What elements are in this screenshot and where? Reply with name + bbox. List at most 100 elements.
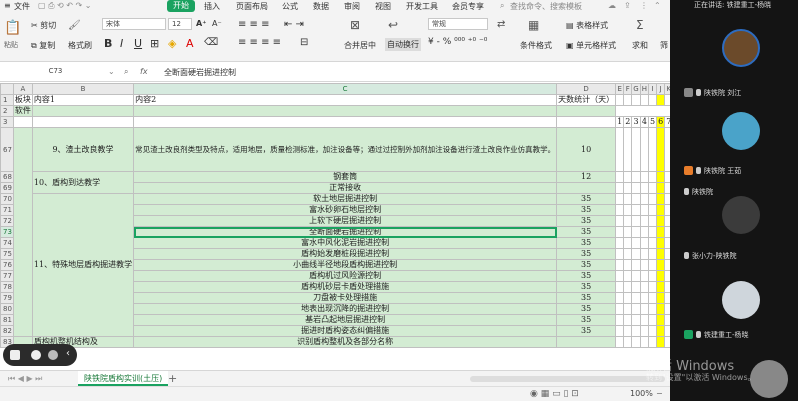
day-cell[interactable] <box>656 336 666 348</box>
day-cell[interactable] <box>639 292 650 304</box>
number-format-select[interactable]: 常规 <box>428 18 488 30</box>
day-cell[interactable] <box>615 270 625 282</box>
participant-tile[interactable]: 陕铁院 张小力-陕铁院 <box>670 182 798 267</box>
day-cell[interactable] <box>615 259 625 271</box>
day-cell[interactable] <box>639 270 650 282</box>
day-cell[interactable] <box>631 226 641 238</box>
tab-view[interactable]: 视图 <box>375 1 391 12</box>
font-shrink-icon[interactable]: A⁻ <box>212 19 222 28</box>
day-cell[interactable] <box>639 171 650 183</box>
sheet-table[interactable]: ABCDEFGHIJKLMNOPQRSTUVWXYZAAAB1板块内容1内容2天… <box>0 83 670 348</box>
day-cell[interactable] <box>615 237 625 249</box>
day-cell[interactable] <box>656 248 666 260</box>
column-header[interactable]: B <box>31 83 135 95</box>
cell-d3[interactable] <box>556 116 617 128</box>
day-cell[interactable] <box>647 325 658 337</box>
row-header[interactable]: 72 <box>0 215 14 227</box>
cell-c[interactable]: 盾构始发磨桩段掘进控制 <box>133 248 558 260</box>
row-header[interactable]: 2 <box>0 105 14 117</box>
cell-c1[interactable]: 内容2 <box>133 94 558 106</box>
day-cell[interactable] <box>647 259 658 271</box>
column-header[interactable]: J <box>656 83 666 95</box>
day-cell[interactable] <box>615 281 625 293</box>
day-cell[interactable] <box>639 182 650 194</box>
day-cell[interactable] <box>615 325 625 337</box>
day-cell[interactable] <box>647 193 658 205</box>
day-cell[interactable] <box>623 226 633 238</box>
day-cell[interactable] <box>623 259 633 271</box>
emoji-icon[interactable] <box>31 350 41 360</box>
row-header[interactable]: 69 <box>0 182 14 194</box>
day-cell[interactable] <box>656 193 666 205</box>
font-color-icon[interactable]: A <box>186 37 194 50</box>
table-row[interactable]: 83 盾构机整机结构及 识别盾构整机及各部分名称 <box>0 336 670 348</box>
tab-review[interactable]: 审阅 <box>344 1 360 12</box>
cell-c[interactable]: 小曲线半径地段盾构掘进控制 <box>133 259 558 271</box>
day-cell[interactable] <box>639 281 650 293</box>
day-cell[interactable] <box>647 215 658 227</box>
row-header[interactable]: 70 <box>0 193 14 205</box>
search-command-input[interactable]: 查找命令、搜索模板 <box>510 1 582 12</box>
day-cell[interactable] <box>639 204 650 216</box>
cell-c[interactable]: 刀盘被卡处理措施 <box>133 292 558 304</box>
cell-c[interactable]: 盾构机过风险源控制 <box>133 270 558 282</box>
day-cell[interactable] <box>656 314 666 326</box>
cell-a[interactable] <box>12 127 33 337</box>
day-cell[interactable] <box>623 127 633 172</box>
quick-access-icons[interactable]: ▢ ⎙ ⟲ ↶ ↷ ⌄ <box>38 1 92 11</box>
collapse-ribbon-icon[interactable]: ⌃ <box>654 1 661 10</box>
sum-button[interactable]: 求和 <box>632 40 648 51</box>
cell-d[interactable]: 35 <box>556 237 617 249</box>
day-cell[interactable] <box>615 292 625 304</box>
row-header[interactable]: 71 <box>0 204 14 216</box>
sum-icon[interactable]: Σ <box>636 18 644 32</box>
participant-tile[interactable]: 铁建重工-杨晓 <box>670 267 798 352</box>
row-header[interactable]: 75 <box>0 248 14 260</box>
day-cell[interactable] <box>647 171 658 183</box>
cell-d[interactable]: 35 <box>556 259 617 271</box>
cond-format-button[interactable]: 条件格式 <box>520 40 552 51</box>
day-cell[interactable] <box>623 281 633 293</box>
tab-member[interactable]: 会员专享 <box>452 1 484 12</box>
participant-tile[interactable]: 陕铁院 刘江 <box>670 12 798 97</box>
day-cell[interactable] <box>656 182 666 194</box>
day-cell[interactable] <box>647 182 658 194</box>
sheet-nav-icons[interactable]: ⏮ ◀ ▶ ⏭ <box>8 374 42 384</box>
number-format-icons[interactable]: ¥ - % ⁰⁰⁰ ⁺⁰ ⁻⁰ <box>428 37 487 47</box>
day-cell[interactable] <box>631 215 641 227</box>
day-cell[interactable] <box>656 237 666 249</box>
align-top-icon[interactable]: ≡ ≡ ≡ <box>238 19 270 30</box>
cell-d[interactable]: 12 <box>556 171 617 183</box>
table-row[interactable]: 2软件 4 <box>0 105 670 117</box>
tab-formula[interactable]: 公式 <box>282 1 298 12</box>
day-cell[interactable] <box>647 226 658 238</box>
add-sheet-icon[interactable]: + <box>168 372 177 385</box>
day-cell[interactable] <box>615 94 625 106</box>
cell-c[interactable]: 常见渣土改良剂类型及特点，适用地层，质量检测标准，加注设备等；通过过控制外加剂加… <box>133 127 558 172</box>
day-cell[interactable] <box>623 303 633 315</box>
day-cell[interactable] <box>639 259 650 271</box>
day-cell[interactable] <box>656 303 666 315</box>
cell-d1[interactable]: 天数统计（天） <box>556 94 617 106</box>
row-header[interactable]: 82 <box>0 325 14 337</box>
zoom-out-icon[interactable]: − <box>656 389 663 398</box>
day-cell[interactable] <box>656 171 666 183</box>
day-cell[interactable] <box>639 215 650 227</box>
merge-center-button[interactable]: 合并居中 <box>344 40 376 51</box>
active-cell[interactable]: 全断面硬岩掘进控制 <box>133 226 558 238</box>
table-row[interactable]: 3123456789101112131415161718192021222324 <box>0 116 670 128</box>
row-header[interactable]: 81 <box>0 314 14 326</box>
day-cell[interactable] <box>631 204 641 216</box>
day-cell[interactable] <box>631 325 641 337</box>
cell-a2[interactable]: 软件 <box>12 105 33 117</box>
day-cell[interactable] <box>631 270 641 282</box>
day-cell[interactable] <box>647 336 658 348</box>
day-cell[interactable] <box>615 248 625 260</box>
indent-icon[interactable]: ⇤ ⇥ <box>284 19 304 30</box>
cell-c[interactable]: 钢套筒 <box>133 171 558 183</box>
filter-button[interactable]: 筛 <box>660 40 668 51</box>
table-row[interactable]: 1 板块 内容1 内容2 天数统计（天） <box>0 94 670 106</box>
tab-data[interactable]: 数据 <box>313 1 329 12</box>
day-cell[interactable] <box>656 281 666 293</box>
day-cell[interactable] <box>656 127 666 172</box>
